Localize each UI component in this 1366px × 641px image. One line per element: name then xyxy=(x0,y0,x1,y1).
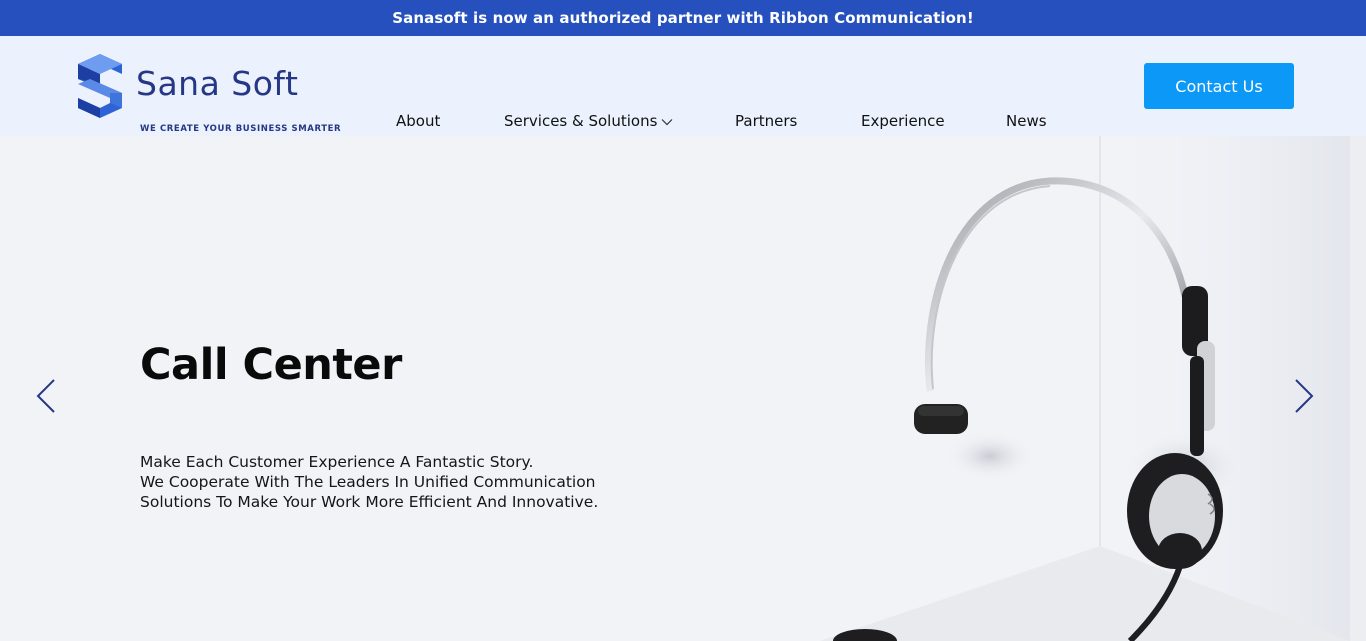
logo[interactable]: Sana Soft WE CREATE YOUR BUSINESS SMARTE… xyxy=(76,52,341,134)
chevron-left-icon[interactable] xyxy=(34,378,58,414)
hero-description-line: Solutions To Make Your Work More Efficie… xyxy=(140,493,599,511)
chevron-right-icon[interactable] xyxy=(1292,378,1316,414)
logo-mark-icon xyxy=(78,54,122,118)
hero-description-line: We Cooperate With The Leaders In Unified… xyxy=(140,473,596,491)
logo-name: Sana Soft xyxy=(136,64,299,103)
contact-us-button[interactable]: Contact Us xyxy=(1144,63,1294,109)
headset-image xyxy=(820,136,1350,641)
chevron-down-icon xyxy=(661,118,673,125)
nav-partners[interactable]: Partners xyxy=(735,112,797,130)
hero-description-line: Make Each Customer Experience A Fantasti… xyxy=(140,453,534,471)
page-edge xyxy=(1350,136,1366,641)
nav-experience[interactable]: Experience xyxy=(861,112,945,130)
hero-description: Make Each Customer Experience A Fantasti… xyxy=(140,452,598,512)
nav-services-solutions[interactable]: Services & Solutions xyxy=(504,112,673,130)
nav-services-label: Services & Solutions xyxy=(504,112,658,130)
nav-news[interactable]: News xyxy=(1006,112,1047,130)
hero-title: Call Center xyxy=(140,340,402,390)
hero-slider: Call Center Make Each Customer Experienc… xyxy=(0,136,1366,641)
nav-about[interactable]: About xyxy=(396,112,440,130)
logo-tagline: WE CREATE YOUR BUSINESS SMARTER xyxy=(140,124,342,134)
announcement-text: Sanasoft is now an authorized partner wi… xyxy=(392,9,974,27)
announcement-bar: Sanasoft is now an authorized partner wi… xyxy=(0,0,1366,36)
